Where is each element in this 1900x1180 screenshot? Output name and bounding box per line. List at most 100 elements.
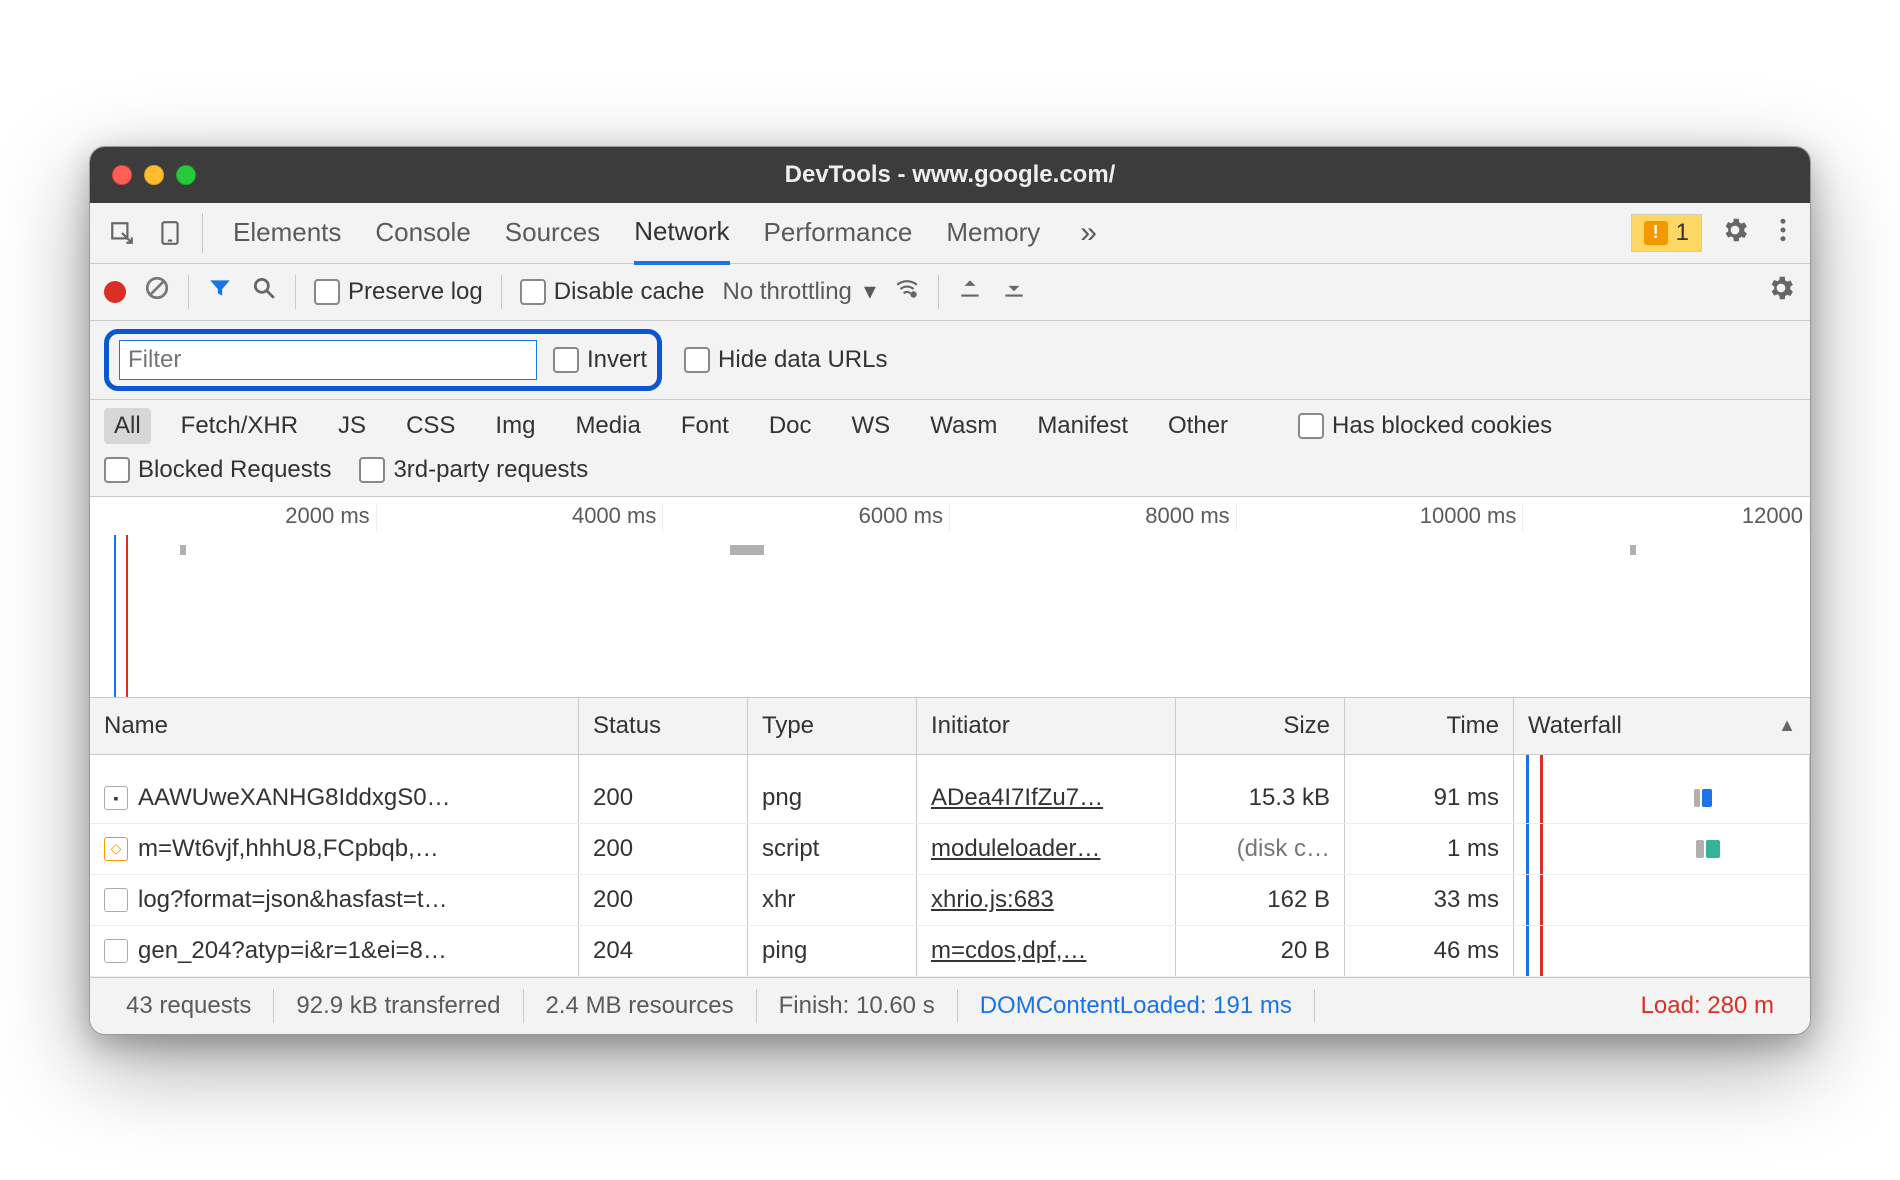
separator [188,275,189,309]
script-file-icon: ◇ [104,837,128,861]
status-requests: 43 requests [104,992,273,1020]
cell-type: ping [748,926,917,976]
has-blocked-cookies-label: Has blocked cookies [1332,412,1552,439]
record-button[interactable] [104,281,126,303]
device-toolbar-icon[interactable] [150,213,190,253]
cell-initiator[interactable]: m=cdos,dpf,… [917,926,1176,976]
tab-elements[interactable]: Elements [233,203,341,262]
col-header-waterfall[interactable]: Waterfall▲ [1514,698,1810,754]
has-blocked-cookies-checkbox[interactable]: Has blocked cookies [1298,412,1552,440]
separator [202,213,203,253]
col-header-status[interactable]: Status [579,698,748,754]
timeline-mark [1630,545,1636,555]
sort-asc-icon: ▲ [1778,715,1796,736]
chip-doc[interactable]: Doc [759,408,822,444]
import-har-icon[interactable] [957,275,983,308]
inspect-element-icon[interactable] [102,213,142,253]
network-conditions-icon[interactable] [894,275,920,308]
tab-sources[interactable]: Sources [505,203,600,262]
table-row[interactable]: gen_204?atyp=i&r=1&ei=8… 204 ping m=cdos… [90,926,1810,977]
status-resources: 2.4 MB resources [524,992,756,1020]
chip-font[interactable]: Font [671,408,739,444]
tab-console[interactable]: Console [375,203,470,262]
invert-checkbox[interactable]: Invert [553,346,647,374]
timeline-tick: 8000 ms [950,503,1237,531]
timeline-load-line [126,535,128,697]
table-row[interactable]: ◇ m=Wt6vjf,hhhU8,FCpbqb,… 200 script mod… [90,824,1810,875]
timeline-tick: 4000 ms [377,503,664,531]
image-file-icon: ▪ [104,786,128,810]
cell-type: script [748,824,917,874]
issues-badge[interactable]: ! 1 [1631,214,1702,252]
cell-initiator[interactable]: ADea4I7IfZu7… [917,773,1176,823]
tab-network[interactable]: Network [634,202,729,265]
toolbar-right-tools: ! 1 [1631,214,1798,252]
maximize-window-button[interactable] [176,165,196,185]
separator [295,275,296,309]
col-header-name[interactable]: Name [90,698,579,754]
status-bar: 43 requests 92.9 kB transferred 2.4 MB r… [90,977,1810,1034]
col-header-size[interactable]: Size [1176,698,1345,754]
minimize-window-button[interactable] [144,165,164,185]
cell-time: 91 ms [1345,773,1514,823]
cell-status: 200 [579,773,748,823]
chip-other[interactable]: Other [1158,408,1238,444]
hide-data-urls-checkbox[interactable]: Hide data URLs [684,346,887,374]
tab-memory[interactable]: Memory [946,203,1040,262]
tabs-overflow-button[interactable]: » [1074,216,1103,250]
throttling-select[interactable]: No throttling ▾ [722,277,875,306]
third-party-label: 3rd-party requests [393,456,588,483]
document-file-icon [104,939,128,963]
table-row[interactable]: ▪ AAWUweXANHG8IddxgS0… 200 png ADea4I7If… [90,773,1810,824]
filter-input[interactable] [119,340,537,380]
network-settings-gear-icon[interactable] [1766,273,1796,310]
cell-name: gen_204?atyp=i&r=1&ei=8… [90,926,579,976]
chip-img[interactable]: Img [485,408,545,444]
timeline-body [90,535,1810,697]
document-file-icon [104,888,128,912]
disable-cache-checkbox[interactable]: Disable cache [520,278,705,306]
chip-manifest[interactable]: Manifest [1027,408,1138,444]
cell-size: 20 B [1176,926,1345,976]
search-icon[interactable] [251,275,277,308]
separator [938,275,939,309]
chip-css[interactable]: CSS [396,408,465,444]
chip-js[interactable]: JS [328,408,376,444]
timeline-tick: 6000 ms [663,503,950,531]
status-finish: Finish: 10.60 s [757,992,957,1020]
timeline-mark [730,545,764,555]
preserve-log-checkbox[interactable]: Preserve log [314,278,483,306]
kebab-menu-icon[interactable] [1768,215,1798,250]
traffic-lights [90,165,196,185]
chip-media[interactable]: Media [565,408,650,444]
blocked-requests-checkbox[interactable]: Blocked Requests [104,456,331,484]
chevron-down-icon: ▾ [864,277,876,306]
filter-toggle-icon[interactable] [207,275,233,308]
col-header-initiator[interactable]: Initiator [917,698,1176,754]
cell-waterfall [1514,824,1810,874]
cell-initiator[interactable]: moduleloader… [917,824,1176,874]
timeline-overview[interactable]: 2000 ms 4000 ms 6000 ms 8000 ms 10000 ms… [90,497,1810,698]
close-window-button[interactable] [112,165,132,185]
issues-count: 1 [1676,219,1689,247]
settings-gear-icon[interactable] [1720,215,1750,250]
chip-wasm[interactable]: Wasm [920,408,1007,444]
col-header-time[interactable]: Time [1345,698,1514,754]
table-row[interactable]: log?format=json&hasfast=t… 200 xhr xhrio… [90,875,1810,926]
network-toolbar: Preserve log Disable cache No throttling… [90,264,1810,321]
preserve-log-label: Preserve log [348,278,483,305]
tab-performance[interactable]: Performance [764,203,913,262]
clear-button[interactable] [144,275,170,308]
separator [501,275,502,309]
chip-ws[interactable]: WS [842,408,901,444]
col-header-type[interactable]: Type [748,698,917,754]
panel-tabs: Elements Console Sources Network Perform… [233,202,1623,264]
export-har-icon[interactable] [1001,275,1027,308]
third-party-checkbox[interactable]: 3rd-party requests [359,456,588,484]
cell-name: log?format=json&hasfast=t… [90,875,579,925]
chip-fetch-xhr[interactable]: Fetch/XHR [171,408,308,444]
blocked-requests-label: Blocked Requests [138,456,331,483]
cell-initiator[interactable]: xhrio.js:683 [917,875,1176,925]
status-load: Load: 280 m [1619,992,1796,1020]
chip-all[interactable]: All [104,408,151,444]
